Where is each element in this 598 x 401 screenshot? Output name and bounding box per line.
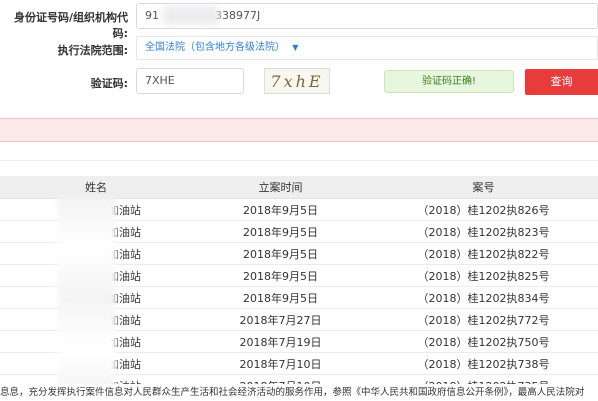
divider [0,160,598,161]
query-button[interactable]: 查询 [525,69,598,95]
row-case-number[interactable]: （2018）桂1202执834号 [369,286,598,309]
row-case-number[interactable]: （2018）桂1202执822号 [369,242,598,265]
row-case-number[interactable]: （2018）桂1202执825号 [369,264,598,287]
row-case-number[interactable]: （2018）桂1202执823号 [369,220,598,243]
row-date: 2018年9月5日 [192,242,369,265]
captcha-image-text: 7xhE [270,71,324,91]
chevron-down-icon: ▼ [292,43,299,52]
row-date: 2018年9月5日 [192,198,369,221]
alert-bar [0,118,598,142]
row-date: 2018年9月5日 [192,286,369,309]
header-case-number: 案号 [369,176,598,199]
row-date: 2018年7月10日 [192,352,369,375]
row-case-number[interactable]: （2018）桂1202执826号 [369,198,598,221]
row-case-number[interactable]: （2018）桂1202执772号 [369,308,598,331]
id-value-prefix: 91 [145,9,159,22]
row-date: 2018年7月19日 [192,330,369,353]
row-date: 2018年9月5日 [192,220,369,243]
captcha-success-message: 验证码正确! [384,70,514,93]
id-value-suffix: 338977J [215,9,261,22]
captcha-image[interactable]: 7xhE [264,68,330,94]
name-redaction-blur [58,196,116,401]
row-case-number[interactable]: （2018）桂1202执738号 [369,352,598,375]
header-filing-date: 立案时间 [192,176,369,199]
row-date: 2018年9月5日 [192,264,369,287]
row-case-number[interactable]: （2018）桂1202执750号 [369,330,598,353]
redaction-blur [162,6,220,25]
court-label: 执行法院范围: [57,44,128,57]
captcha-label: 验证码: [90,77,128,90]
court-value: 全国法院（包含地方各级法院） [145,42,285,53]
captcha-input[interactable]: 7XHE [136,68,244,94]
row-date: 2018年7月27日 [192,308,369,331]
court-select[interactable]: 全国法院（包含地方各级法院） ▼ [136,36,598,60]
footer-notice: 息息，充分发挥执行案件信息对人民群众生产生活和社会经济活动的服务作用，参照《中华… [0,384,598,401]
id-label: 身份证号码/组织机构代码: [13,11,128,40]
